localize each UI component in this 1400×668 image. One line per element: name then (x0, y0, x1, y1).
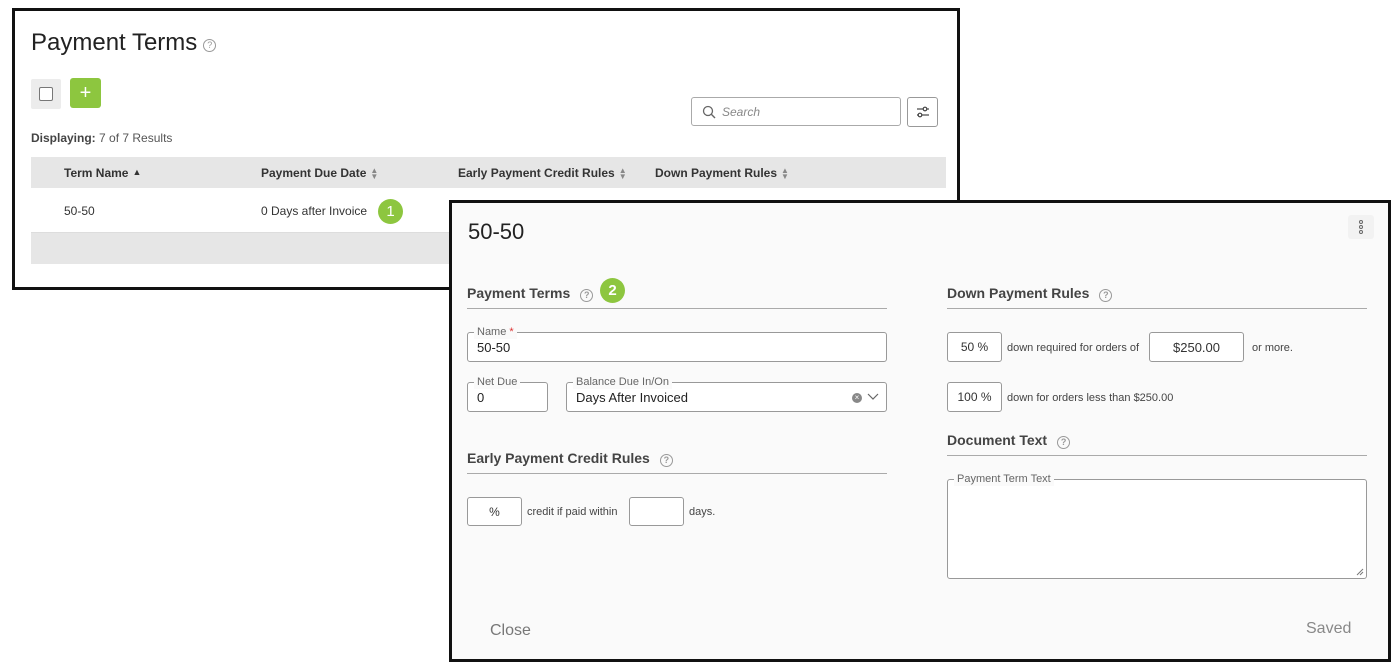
column-header-label: Term Name (64, 166, 129, 180)
help-icon[interactable]: ? (580, 289, 594, 302)
resize-icon[interactable] (1356, 568, 1364, 576)
column-header-payment-due-date[interactable]: Payment Due Date ▲ ▼ (261, 166, 378, 180)
search-input[interactable] (722, 104, 882, 119)
detail-title: 50-50 (468, 219, 525, 244)
column-header-label: Early Payment Credit Rules (458, 166, 615, 180)
payment-term-detail-window: 50-50 Payment Terms? 2 Name * 50-50 Net … (449, 200, 1391, 662)
column-header-early-payment[interactable]: Early Payment Credit Rules ▲ ▼ (458, 166, 627, 180)
section-heading-text: Payment Terms (467, 285, 571, 301)
net-due-label: Net Due (474, 375, 521, 389)
kebab-icon (1359, 220, 1363, 234)
name-value: 50-50 (477, 340, 511, 355)
checkbox-icon (39, 87, 53, 101)
net-due-value: 0 (477, 390, 485, 405)
filter-icon (916, 106, 929, 118)
help-icon[interactable]: ? (659, 454, 673, 467)
payment-terms-section-heading: Payment Terms? 2 (467, 278, 887, 309)
or-more-text: or more. (1252, 342, 1293, 354)
sort-icon: ▲ ▼ (370, 165, 379, 181)
search-icon (702, 105, 716, 118)
page-title: Payment Terms? (31, 29, 217, 57)
payment-term-text-label: Payment Term Text (954, 472, 1054, 486)
close-button[interactable]: Close (490, 622, 531, 640)
section-heading-text: Early Payment Credit Rules (467, 450, 650, 466)
balance-due-value: Days After Invoiced (576, 390, 688, 405)
document-text-section-heading: Document Text? (947, 432, 1367, 456)
help-icon[interactable]: ? (203, 39, 217, 52)
name-field[interactable]: Name * 50-50 (467, 325, 887, 362)
select-all-checkbox[interactable] (31, 79, 61, 109)
days-text: days. (689, 506, 716, 518)
name-label: Name * (474, 325, 517, 339)
cell-payment-due-date: 0 Days after Invoice (261, 204, 368, 218)
table-header: Term Name ▲ Payment Due Date ▲ ▼ Early Paym… (31, 157, 946, 188)
down-less-text: down for orders less than $250.00 (1007, 392, 1174, 404)
callout-badge-2: 2 (600, 278, 625, 303)
search-box[interactable] (691, 97, 901, 126)
chevron-down-icon[interactable] (867, 393, 879, 401)
more-options-button[interactable] (1348, 215, 1374, 239)
column-header-label: Down Payment Rules (655, 166, 778, 180)
section-heading-text: Document Text (947, 432, 1048, 448)
payment-term-text-field[interactable]: Payment Term Text (947, 472, 1367, 579)
sort-icon: ▲ ▼ (618, 165, 627, 181)
filter-button[interactable] (907, 97, 938, 127)
cell-term-name: 50-50 (64, 204, 95, 218)
sort-asc-icon: ▲ (132, 167, 142, 177)
add-button[interactable]: + (70, 78, 101, 108)
column-header-down-payment[interactable]: Down Payment Rules ▲ ▼ (655, 166, 789, 180)
sort-icon: ▲ ▼ (781, 165, 789, 181)
column-header-term-name[interactable]: Term Name ▲ (64, 166, 141, 180)
early-credit-percent-input[interactable]: % (467, 497, 522, 526)
section-heading-text: Down Payment Rules (947, 285, 1090, 301)
display-count: Displaying: 7 of 7 Results (31, 131, 172, 145)
clear-icon[interactable]: × (852, 393, 862, 403)
balance-due-select[interactable]: Balance Due In/On Days After Invoiced × (566, 375, 887, 412)
net-due-field[interactable]: Net Due 0 (467, 375, 548, 412)
display-count-label: Displaying: (31, 131, 96, 145)
column-header-label: Payment Due Date (261, 166, 367, 180)
help-icon[interactable]: ? (1057, 436, 1071, 449)
order-amount-input[interactable]: $250.00 (1149, 332, 1244, 362)
page-title-text: Payment Terms (31, 29, 198, 56)
display-count-value: 7 of 7 Results (99, 131, 173, 145)
down-payment-section-heading: Down Payment Rules? (947, 285, 1367, 309)
early-payment-section-heading: Early Payment Credit Rules? (467, 450, 887, 474)
help-icon[interactable]: ? (1099, 289, 1113, 302)
down-percent-input[interactable]: 50 % (947, 332, 1002, 362)
credit-text: credit if paid within (527, 506, 618, 518)
callout-badge-1: 1 (378, 199, 403, 224)
down-percent-less-input[interactable]: 100 % (947, 382, 1002, 412)
balance-due-label: Balance Due In/On (573, 375, 672, 389)
early-credit-days-input[interactable] (629, 497, 684, 526)
down-required-text: down required for orders of (1007, 342, 1140, 354)
saved-status: Saved (1306, 620, 1352, 637)
